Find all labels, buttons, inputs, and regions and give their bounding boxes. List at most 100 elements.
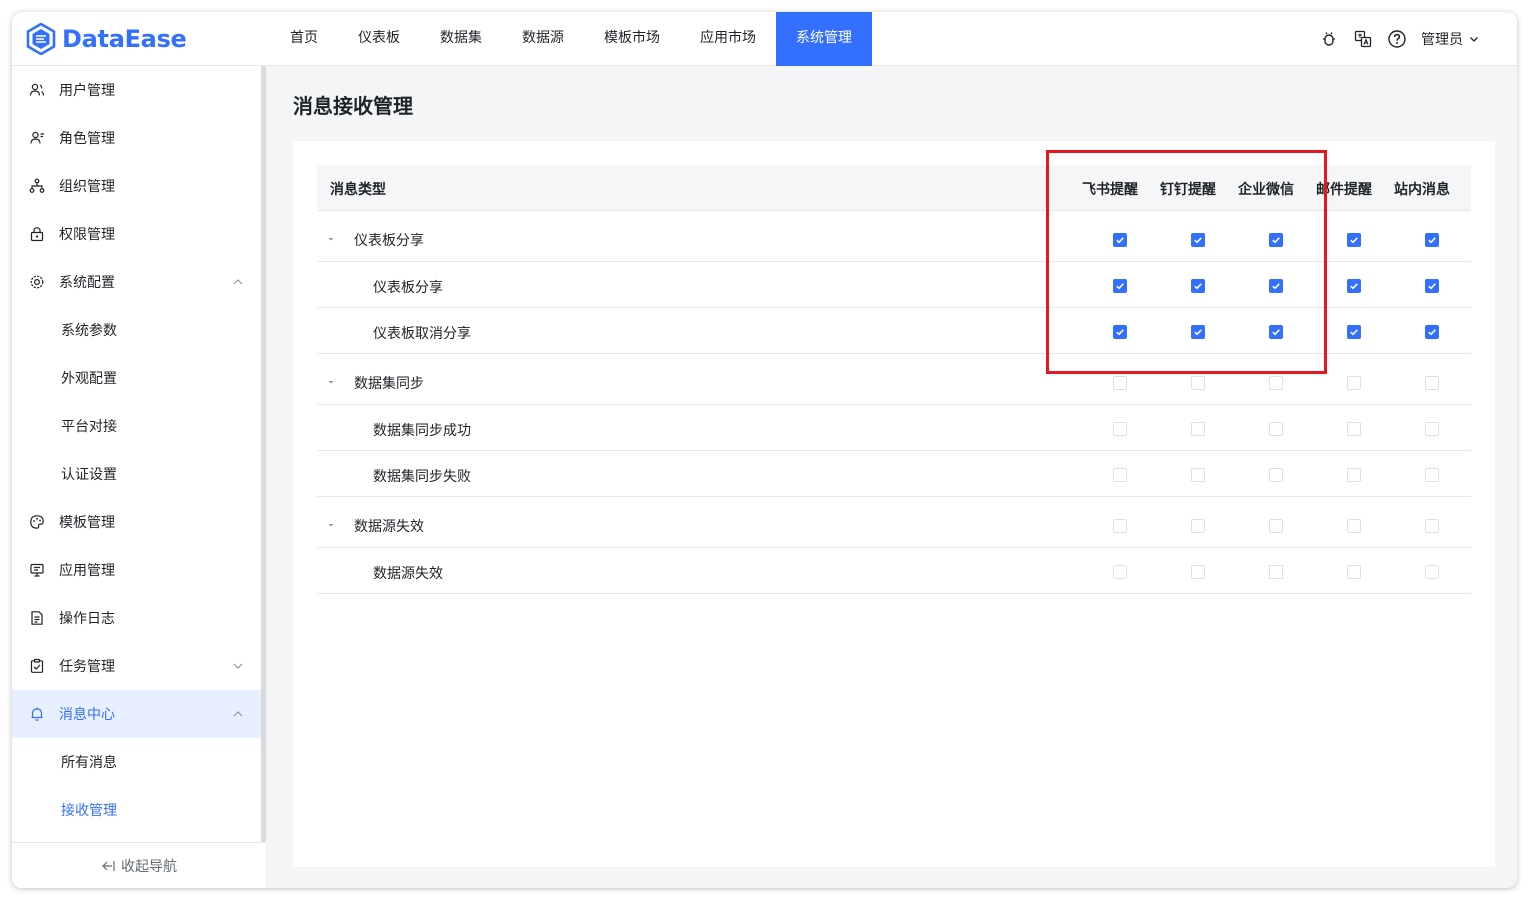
checkbox-email[interactable]: [1347, 468, 1361, 482]
sidebar-item-label: 接收管理: [61, 803, 117, 819]
sidebar-item-task-management[interactable]: 任务管理: [12, 642, 261, 690]
sidebar-item-label: 用户管理: [59, 83, 115, 99]
checkbox-feishu[interactable]: [1113, 519, 1127, 533]
sidebar-item-message-center[interactable]: 消息中心: [12, 690, 261, 738]
checkbox-feishu[interactable]: [1113, 565, 1127, 579]
checkbox-wecom[interactable]: [1269, 565, 1283, 579]
checkbox-dingtalk[interactable]: [1191, 325, 1205, 339]
checkbox-email[interactable]: [1347, 279, 1361, 293]
checkbox-inbox[interactable]: [1425, 233, 1439, 247]
nav-datasource[interactable]: 数据源: [502, 12, 584, 66]
nav-app-market[interactable]: 应用市场: [680, 12, 776, 66]
checkbox-email[interactable]: [1347, 376, 1361, 390]
message-type-label: 数据源失效: [354, 519, 424, 535]
checkbox-dingtalk[interactable]: [1191, 519, 1205, 533]
message-type-label: 数据集同步失败: [373, 469, 471, 485]
collapse-nav-button[interactable]: 收起导航: [12, 842, 266, 888]
check-icon: [1194, 237, 1202, 244]
checkbox-wecom[interactable]: [1269, 422, 1283, 436]
checkbox-inbox[interactable]: [1425, 325, 1439, 339]
checkbox-email[interactable]: [1347, 325, 1361, 339]
checkbox-inbox[interactable]: [1425, 376, 1439, 390]
checkbox-wecom[interactable]: [1269, 279, 1283, 293]
user-menu[interactable]: 管理员: [1421, 29, 1479, 49]
sidebar-menu: 用户管理角色管理 组织管理 权限管理 系统配置 系统参数 外观配置 平台对接 认证设置 模板管理…: [12, 66, 261, 834]
checkbox-email[interactable]: [1347, 519, 1361, 533]
column-header-dingtalk: 钉钉提醒: [1160, 182, 1216, 198]
chevron-up-icon[interactable]: [232, 276, 244, 288]
checkbox-inbox[interactable]: [1425, 565, 1439, 579]
caret-down-icon[interactable]: [326, 520, 336, 530]
check-icon: [1428, 237, 1436, 244]
checkbox-feishu[interactable]: [1113, 325, 1127, 339]
check-icon: [1116, 329, 1124, 336]
nav-home[interactable]: 首页: [270, 12, 338, 66]
checkbox-wecom[interactable]: [1269, 468, 1283, 482]
sidebar-item-permission-management[interactable]: 权限管理: [12, 210, 261, 258]
checkbox-feishu[interactable]: [1113, 468, 1127, 482]
bug-icon[interactable]: [1319, 29, 1339, 49]
checkbox-email[interactable]: [1347, 233, 1361, 247]
nav-system-management[interactable]: 系统管理: [776, 12, 872, 66]
table-row: 数据集同步失败: [317, 451, 1471, 497]
sidebar-item-label: 所有消息: [61, 755, 117, 771]
checkbox-dingtalk[interactable]: [1191, 279, 1205, 293]
check-icon: [1272, 237, 1280, 244]
sidebar-item-all-messages[interactable]: 所有消息: [12, 738, 261, 786]
checkbox-dingtalk[interactable]: [1191, 565, 1205, 579]
sidebar-item-system-config[interactable]: 系统配置: [12, 258, 261, 306]
nav-template-market[interactable]: 模板市场: [584, 12, 680, 66]
checkbox-feishu[interactable]: [1113, 233, 1127, 247]
sidebar-item-app-management[interactable]: 应用管理: [12, 546, 261, 594]
chevron-down-icon: [1470, 37, 1478, 42]
checkbox-dingtalk[interactable]: [1191, 233, 1205, 247]
checkbox-wecom[interactable]: [1269, 325, 1283, 339]
caret-down-icon[interactable]: [326, 234, 336, 244]
check-icon: [1116, 237, 1124, 244]
check-icon: [1272, 283, 1280, 290]
sidebar-item-user-management[interactable]: 用户管理: [12, 66, 261, 114]
nav-dataset[interactable]: 数据集: [420, 12, 502, 66]
checkbox-email[interactable]: [1347, 422, 1361, 436]
checkbox-wecom[interactable]: [1269, 376, 1283, 390]
sidebar-item-receive-management[interactable]: 接收管理: [12, 786, 261, 834]
sidebar-item-template-management[interactable]: 模板管理: [12, 498, 261, 546]
chevron-down-icon[interactable]: [232, 660, 244, 672]
sidebar-item-system-params[interactable]: 系统参数: [12, 306, 261, 354]
checkbox-dingtalk[interactable]: [1191, 422, 1205, 436]
checkbox-feishu[interactable]: [1113, 376, 1127, 390]
checkbox-email[interactable]: [1347, 565, 1361, 579]
check-icon: [1272, 329, 1280, 336]
help-icon[interactable]: [1387, 29, 1407, 49]
sidebar-item-appearance[interactable]: 外观配置: [12, 354, 261, 402]
checkbox-wecom[interactable]: [1269, 233, 1283, 247]
sidebar-item-org-management[interactable]: 组织管理: [12, 162, 261, 210]
checkbox-inbox[interactable]: [1425, 468, 1439, 482]
checkbox-feishu[interactable]: [1113, 279, 1127, 293]
collapse-nav-label: 收起导航: [121, 858, 177, 875]
message-type-label: 仪表板分享: [373, 280, 443, 296]
checkbox-inbox[interactable]: [1425, 519, 1439, 533]
sidebar-item-label: 操作日志: [59, 611, 115, 627]
app-logo[interactable]: DataEase: [26, 21, 187, 57]
column-header-feishu: 飞书提醒: [1082, 182, 1138, 198]
chevron-up-icon[interactable]: [232, 708, 244, 720]
sidebar-item-platform[interactable]: 平台对接: [12, 402, 261, 450]
nav-dashboard[interactable]: 仪表板: [338, 12, 420, 66]
checkbox-feishu[interactable]: [1113, 422, 1127, 436]
checkbox-inbox[interactable]: [1425, 279, 1439, 293]
sidebar-item-role-management[interactable]: 角色管理: [12, 114, 261, 162]
main-nav: 首页 仪表板 数据集 数据源 模板市场 应用市场 系统管理: [270, 12, 872, 66]
translate-icon[interactable]: [1353, 29, 1373, 49]
palette-icon: [30, 515, 44, 529]
sidebar-item-auth[interactable]: 认证设置: [12, 450, 261, 498]
bell-icon: [31, 707, 43, 721]
checkbox-dingtalk[interactable]: [1191, 376, 1205, 390]
check-icon: [1194, 283, 1202, 290]
caret-down-icon[interactable]: [326, 377, 336, 387]
sidebar-item-operation-log[interactable]: 操作日志: [12, 594, 261, 642]
message-receive-table: 消息类型 飞书提醒 钉钉提醒 企业微信 邮件提醒 站内消息 仪表板分享 仪表板分享 仪表板取…: [317, 165, 1471, 594]
checkbox-dingtalk[interactable]: [1191, 468, 1205, 482]
checkbox-inbox[interactable]: [1425, 422, 1439, 436]
checkbox-wecom[interactable]: [1269, 519, 1283, 533]
